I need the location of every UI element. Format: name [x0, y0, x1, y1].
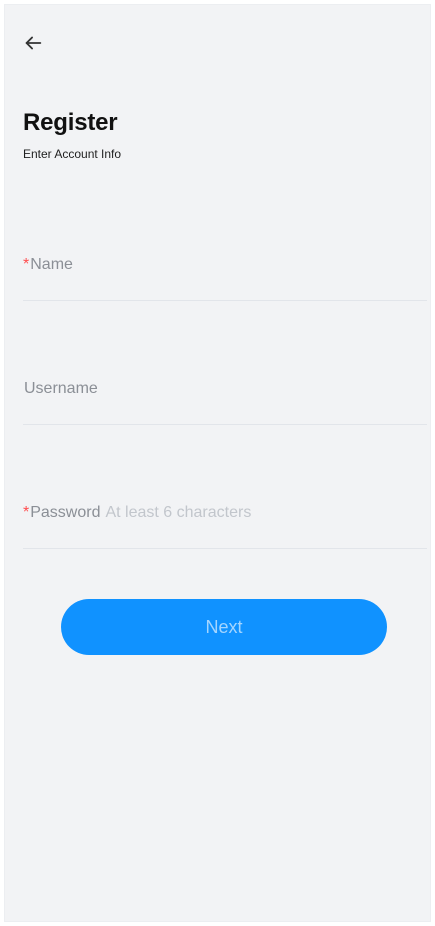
- next-button[interactable]: Next: [61, 599, 387, 655]
- name-input[interactable]: [23, 245, 427, 300]
- arrow-left-icon: [25, 36, 42, 50]
- back-button[interactable]: [19, 29, 47, 57]
- password-field: *Password At least 6 characters: [23, 493, 427, 549]
- page-title: Register: [23, 109, 118, 136]
- register-screen: Register Enter Account Info *Name Userna…: [4, 4, 431, 922]
- password-input[interactable]: [23, 493, 427, 548]
- username-field: Username: [23, 369, 427, 425]
- page-subtitle: Enter Account Info: [23, 147, 122, 161]
- name-field: *Name: [23, 245, 427, 301]
- username-input[interactable]: [23, 369, 427, 424]
